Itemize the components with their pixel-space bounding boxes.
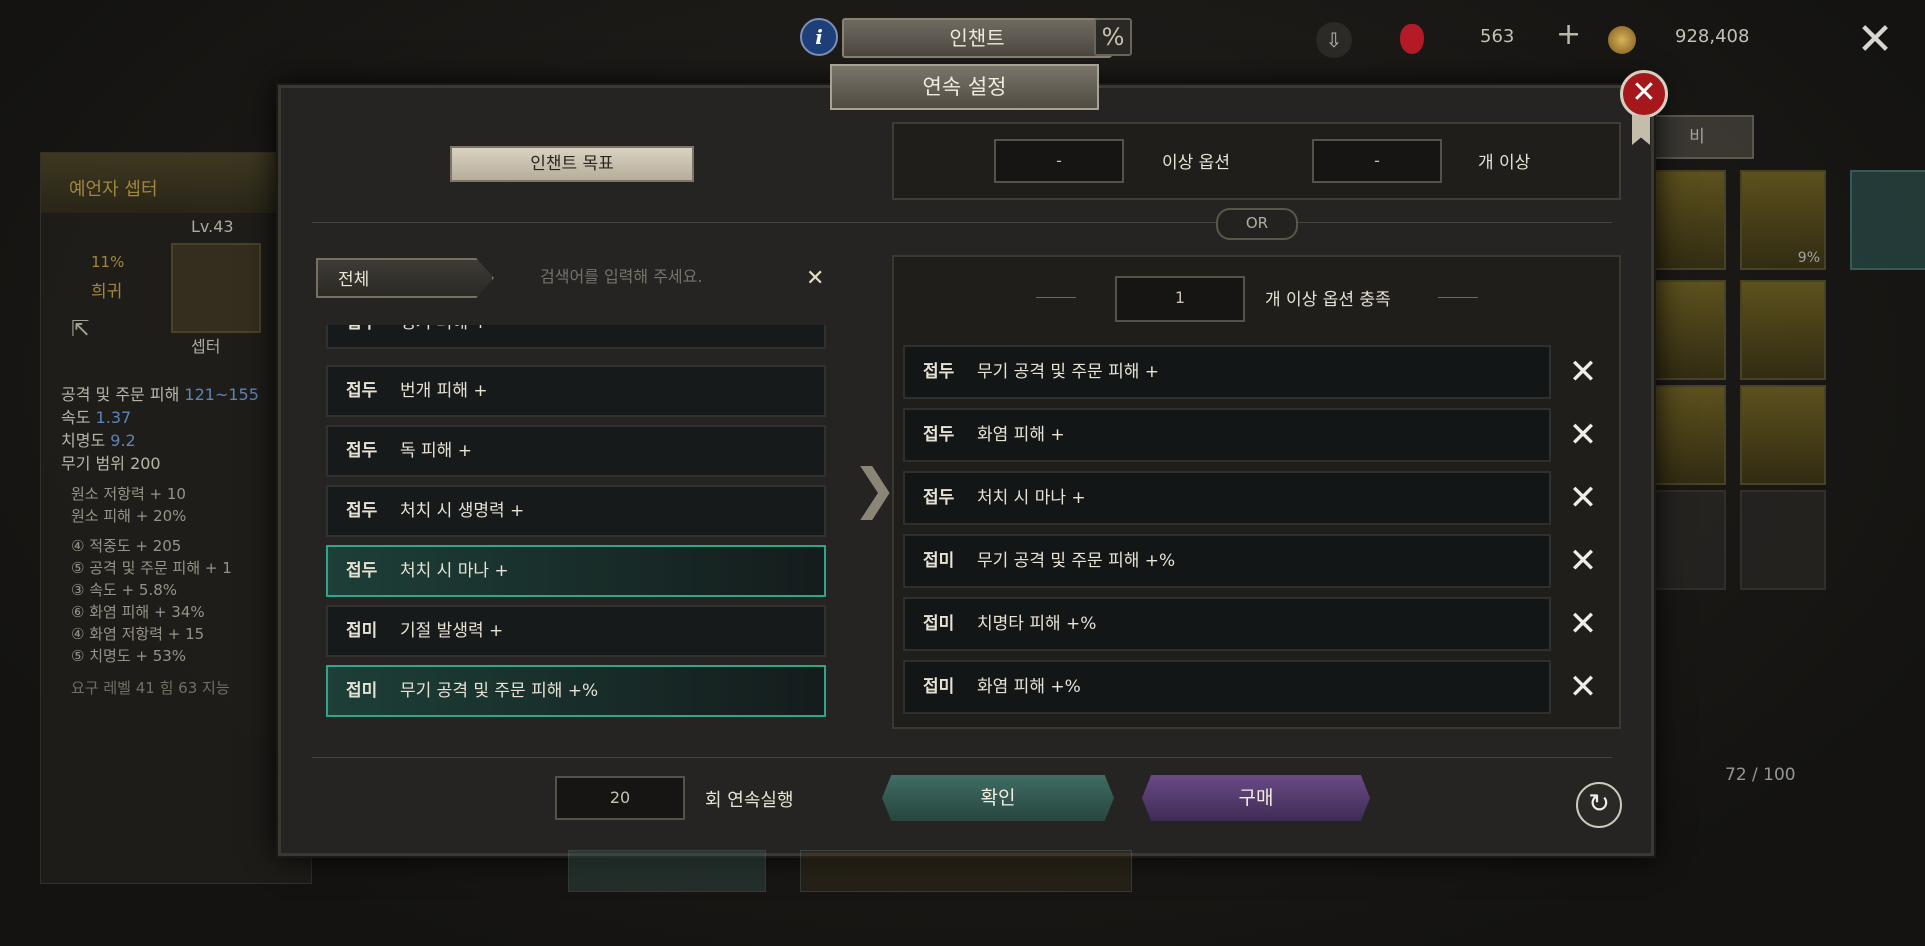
- inventory-panel: 비 9% 72 / 100: [1640, 115, 1925, 875]
- rarity: 희귀: [91, 282, 123, 302]
- remove-icon[interactable]: ✕: [1565, 417, 1601, 453]
- chosen-option: 접두 무기 공격 및 주문 피해 +: [903, 345, 1551, 399]
- divider: [312, 757, 1612, 758]
- satisfy-label: 개 이상 옵션 충족: [1265, 290, 1391, 310]
- chosen-option: 접두 처치 시 마나 +: [903, 471, 1551, 525]
- repeat-count-input[interactable]: 20: [555, 776, 685, 820]
- remove-icon[interactable]: ✕: [1565, 354, 1601, 390]
- chosen-option: 접두 화염 피해 +: [903, 408, 1551, 462]
- download-icon[interactable]: ⇩: [1316, 22, 1352, 58]
- slot-percent: 9%: [1797, 250, 1820, 266]
- option-item-selected[interactable]: 접두 처치 시 마나 +: [326, 545, 826, 597]
- item-name: 예언자 셉터: [41, 153, 311, 213]
- enchant-line: ⑥ 화염 피해 + 34%: [71, 603, 205, 621]
- search-input[interactable]: 검색어를 입력해 주세요.: [540, 262, 702, 292]
- search-clear-icon[interactable]: ✕: [806, 264, 824, 294]
- option-item[interactable]: 접두 독 피해 +: [326, 425, 826, 477]
- min-count-label: 개 이상: [1478, 153, 1531, 173]
- screen-title: 인챈트: [842, 18, 1112, 58]
- modal-title: 연속 설정: [830, 64, 1099, 110]
- enchant-line: ④ 적중도 + 205: [71, 537, 182, 555]
- enchant-line: ④ 화염 저항력 + 15: [71, 625, 205, 643]
- enchant-line: ⑤ 치명도 + 53%: [71, 647, 187, 665]
- modal-close-button[interactable]: ✕: [1620, 70, 1668, 118]
- bonus-line: 원소 저항력 + 10: [71, 485, 186, 503]
- chosen-option: 접미 무기 공격 및 주문 피해 +%: [903, 534, 1551, 588]
- ruby-icon: [1400, 24, 1424, 54]
- enchant-line: ③ 속도 + 5.8%: [71, 581, 178, 599]
- available-options-list[interactable]: 접두냉기 피해 + 접두번개 피해 + 접두독 피해 + 접두처치 시 생명력 …: [326, 325, 830, 720]
- option-item[interactable]: 접두 번개 피해 +: [326, 365, 826, 417]
- stat-line: 속도 1.37: [61, 408, 132, 427]
- or-badge: OR: [1216, 208, 1298, 240]
- inventory-slot[interactable]: 9%: [1740, 170, 1826, 270]
- stat-line: 치명도 9.2: [61, 431, 136, 450]
- percent-icon[interactable]: %: [1094, 18, 1132, 56]
- enchant-target-label: 인챈트 목표: [450, 146, 694, 182]
- remove-icon[interactable]: ✕: [1565, 543, 1601, 579]
- item-info-panel: 예언자 셉터 Lv.43 셉터 11% 희귀 ⇱ 공격 및 주문 피해 121~…: [40, 152, 312, 884]
- remove-icon[interactable]: ✕: [1565, 669, 1601, 705]
- confirm-button[interactable]: 확인: [882, 775, 1114, 821]
- gold-count: 928,408: [1675, 26, 1750, 47]
- bonus-line: 원소 피해 + 20%: [71, 507, 187, 525]
- refresh-icon[interactable]: ↻: [1576, 782, 1622, 828]
- item-icon: [171, 243, 261, 333]
- option-threshold-row: - 이상 옵션 - 개 이상: [892, 122, 1621, 200]
- chosen-option: 접미 치명타 피해 +%: [903, 597, 1551, 651]
- stat-line: 무기 범위 200: [61, 454, 161, 473]
- option-item-selected[interactable]: 접미 무기 공격 및 주문 피해 +%: [326, 665, 826, 717]
- rarity-pct: 11%: [91, 253, 125, 271]
- inventory-title: 비: [1640, 115, 1754, 159]
- stat-line: 공격 및 주문 피해 121~155: [61, 385, 259, 404]
- close-icon[interactable]: ✕: [1855, 18, 1895, 62]
- repeat-label: 회 연속실행: [705, 790, 794, 811]
- option-item[interactable]: 접두냉기 피해 +: [326, 325, 826, 349]
- inventory-slot[interactable]: [1740, 280, 1826, 380]
- remove-icon[interactable]: ✕: [1565, 480, 1601, 516]
- item-type: 셉터: [191, 337, 221, 356]
- chevron-right-icon[interactable]: ❯: [852, 462, 897, 516]
- min-count-input[interactable]: -: [1312, 139, 1442, 183]
- inventory-slot[interactable]: [1740, 490, 1826, 590]
- requirement-line: 요구 레벨 41 힘 63 지능: [71, 679, 230, 697]
- inventory-capacity: 72 / 100: [1725, 765, 1796, 785]
- plus-icon[interactable]: +: [1556, 20, 1581, 50]
- option-count-input[interactable]: -: [994, 139, 1124, 183]
- share-icon[interactable]: ⇱: [71, 317, 89, 342]
- bg-button: [800, 850, 1132, 892]
- divider: [312, 222, 1612, 223]
- option-item[interactable]: 접두 처치 시 생명력 +: [326, 485, 826, 537]
- equip-toggle[interactable]: [1850, 170, 1925, 270]
- option-count-label: 이상 옵션: [1162, 153, 1230, 173]
- tab-all[interactable]: 전체: [316, 258, 494, 298]
- gold-coin-icon: [1608, 26, 1636, 54]
- chosen-option: 접미 화염 피해 +%: [903, 660, 1551, 714]
- bg-button: [568, 850, 766, 892]
- gem-count: 563: [1480, 26, 1515, 47]
- info-icon[interactable]: i: [800, 18, 838, 56]
- option-item[interactable]: 접미 기절 발생력 +: [326, 605, 826, 657]
- remove-icon[interactable]: ✕: [1565, 606, 1601, 642]
- deco-line: [1438, 297, 1478, 298]
- inventory-slot[interactable]: [1740, 385, 1826, 485]
- buy-button[interactable]: 구매: [1142, 775, 1370, 821]
- satisfy-count-input[interactable]: 1: [1115, 276, 1245, 322]
- item-level: Lv.43: [191, 217, 234, 236]
- enchant-line: ⑤ 공격 및 주문 피해 + 1: [71, 559, 232, 577]
- deco-line: [1036, 297, 1076, 298]
